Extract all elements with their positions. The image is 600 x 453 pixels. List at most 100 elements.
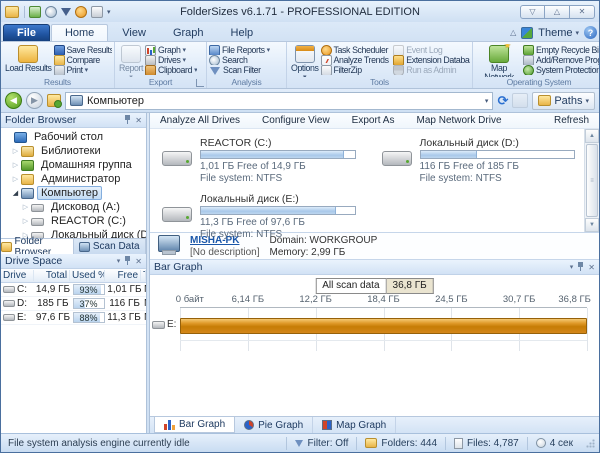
tree-item-administrator[interactable]: ▷Администратор <box>4 172 146 186</box>
scroll-up-icon[interactable]: ▲ <box>585 129 599 143</box>
column-header-type[interactable]: Ty... <box>141 270 146 281</box>
column-header-drive[interactable]: Drive <box>1 270 34 281</box>
disabled-toolbar-button[interactable] <box>512 93 528 108</box>
load-results-button[interactable]: Load Results <box>3 44 54 77</box>
button-label: Graph <box>158 45 180 55</box>
printer-icon <box>54 65 65 75</box>
resize-grip[interactable] <box>585 438 595 448</box>
table-row[interactable]: E: 97,6 ГБ 88% 11,3 ГБ N... <box>1 311 146 325</box>
minimize-ribbon-icon[interactable]: △ <box>510 28 516 37</box>
map-network-drive-button[interactable]: Map Network Drive <box>475 44 523 77</box>
task-scheduler-button[interactable]: Task Scheduler <box>321 45 394 55</box>
search-icon[interactable] <box>45 6 57 18</box>
export-as-link[interactable]: Export As <box>352 115 395 126</box>
paths-button[interactable]: Paths ▾ <box>532 92 595 110</box>
search-button[interactable]: Search <box>209 55 270 65</box>
run-as-admin-button[interactable]: Run as Admin <box>393 65 470 75</box>
maximize-button[interactable]: △ <box>545 5 570 19</box>
column-header-total[interactable]: Total <box>34 270 70 281</box>
expand-arrow-icon[interactable]: ▷ <box>21 217 30 225</box>
close-icon[interactable]: ✕ <box>135 257 142 266</box>
tree-item-libraries[interactable]: ▷Библиотеки <box>4 144 146 158</box>
scrollbar-thumb[interactable]: ≡ <box>586 144 598 217</box>
location-input[interactable]: Компьютер ▾ <box>65 92 493 110</box>
pin-icon[interactable] <box>124 115 131 125</box>
up-folder-icon[interactable] <box>47 94 61 107</box>
theme-button[interactable]: Theme▾ <box>538 27 579 39</box>
drive-name: REACTOR (C:) <box>200 137 356 149</box>
report-button[interactable]: Report ▾ <box>117 44 145 77</box>
app-icon[interactable] <box>5 6 19 18</box>
tree-item-drive-c[interactable]: ▷REACTOR (C:) <box>4 214 146 228</box>
tab-folder-browser[interactable]: Folder Browser <box>1 239 74 254</box>
print-button[interactable]: Print▾ <box>54 65 112 75</box>
extension-database-button[interactable]: Extension Database▾ <box>393 55 470 65</box>
pin-icon[interactable] <box>124 256 131 266</box>
tab-file[interactable]: File <box>3 24 50 41</box>
scheduler-icon[interactable] <box>75 6 87 18</box>
bar-e-drive[interactable] <box>180 318 587 334</box>
menu-arrow-icon[interactable]: ▾ <box>117 257 121 265</box>
collapse-arrow-icon[interactable]: ◢ <box>11 189 20 197</box>
save-results-button[interactable]: Save Results <box>54 45 112 55</box>
expand-arrow-icon[interactable]: ▷ <box>11 175 20 183</box>
filterzip-button[interactable]: FilterZip <box>321 65 394 75</box>
refresh-link[interactable]: Refresh <box>554 115 589 126</box>
expand-arrow-icon[interactable]: ▷ <box>11 161 20 169</box>
add-remove-programs-button[interactable]: Add/Remove Programs <box>523 55 599 65</box>
tab-home[interactable]: Home <box>51 24 108 41</box>
tree-item-desktop[interactable]: Рабочий стол <box>4 130 146 144</box>
scan-filter-button[interactable]: Scan Filter <box>209 65 270 75</box>
tab-view[interactable]: View <box>109 25 159 41</box>
expand-arrow-icon[interactable]: ▷ <box>21 203 30 211</box>
column-header-free[interactable]: Free <box>105 270 141 281</box>
scroll-down-icon[interactable]: ▼ <box>585 218 599 232</box>
back-button[interactable]: ◀ <box>5 92 22 109</box>
tab-scan-data[interactable]: Scan Data <box>74 239 147 254</box>
table-row[interactable]: D: 185 ГБ 37% 116 ГБ N... <box>1 297 146 311</box>
drives-export-button[interactable]: Drives▾ <box>145 55 197 65</box>
map-network-drive-link[interactable]: Map Network Drive <box>416 115 501 126</box>
drive-tile-d[interactable]: Локальный диск (D:) 116 ГБ Free of 185 Г… <box>382 137 576 185</box>
analyze-trends-button[interactable]: Analyze Trends <box>321 55 394 65</box>
drive-tile-e[interactable]: Локальный диск (E:) 11,3 ГБ Free of 97,6… <box>162 193 356 241</box>
minimize-button[interactable]: ▽ <box>520 5 545 19</box>
system-protection-button[interactable]: System Protection <box>523 65 599 75</box>
column-header-used[interactable]: Used % <box>70 270 105 281</box>
tab-pie-graph[interactable]: Pie Graph <box>235 417 313 433</box>
drive-tile-c[interactable]: REACTOR (C:) 1,01 ГБ Free of 14,9 ГБ Fil… <box>162 137 356 185</box>
analyze-all-drives-link[interactable]: Analyze All Drives <box>160 115 240 126</box>
forward-button[interactable]: ▶ <box>26 92 43 109</box>
expand-arrow-icon[interactable]: ▷ <box>11 147 20 155</box>
report-icon[interactable] <box>91 6 103 18</box>
tree-item-computer[interactable]: ◢Компьютер <box>4 186 146 200</box>
dialog-launcher-icon[interactable] <box>196 79 204 87</box>
close-button[interactable]: ✕ <box>570 5 595 19</box>
tree-item-homegroup[interactable]: ▷Домашняя группа <box>4 158 146 172</box>
empty-recycle-bin-button[interactable]: Empty Recycle Bin <box>523 45 599 55</box>
help-icon[interactable]: ? <box>584 26 597 39</box>
filter-icon[interactable] <box>61 8 71 16</box>
table-row[interactable]: C: 14,9 ГБ 93% 1,01 ГБ N... <box>1 283 146 297</box>
file-reports-button[interactable]: File Reports▾ <box>209 45 270 55</box>
options-button[interactable]: Options ▾ <box>289 44 321 77</box>
close-icon[interactable]: ✕ <box>588 263 595 272</box>
analyze-drives-icon[interactable] <box>29 6 41 18</box>
chevron-down-icon[interactable]: ▾ <box>485 97 489 105</box>
tab-help[interactable]: Help <box>218 25 267 41</box>
close-icon[interactable]: ✕ <box>135 116 142 125</box>
qat-dropdown-icon[interactable]: ▾ <box>107 8 111 16</box>
compare-button[interactable]: Compare <box>54 55 112 65</box>
tree-item-drive-a[interactable]: ▷Дисковод (A:) <box>4 200 146 214</box>
graph-export-button[interactable]: Graph▾ <box>145 45 197 55</box>
tab-map-graph[interactable]: Map Graph <box>313 417 396 433</box>
configure-view-link[interactable]: Configure View <box>262 115 330 126</box>
menu-arrow-icon[interactable]: ▾ <box>570 263 574 271</box>
event-log-button[interactable]: Event Log <box>393 45 470 55</box>
refresh-icon[interactable]: ⟳ <box>497 94 508 107</box>
vertical-scrollbar[interactable]: ▲ ≡ ▼ <box>584 129 599 232</box>
clipboard-button[interactable]: Clipboard▾ <box>145 65 197 75</box>
pin-icon[interactable] <box>577 262 584 272</box>
tab-graph[interactable]: Graph <box>160 25 217 41</box>
tab-bar-graph[interactable]: Bar Graph <box>154 417 235 433</box>
